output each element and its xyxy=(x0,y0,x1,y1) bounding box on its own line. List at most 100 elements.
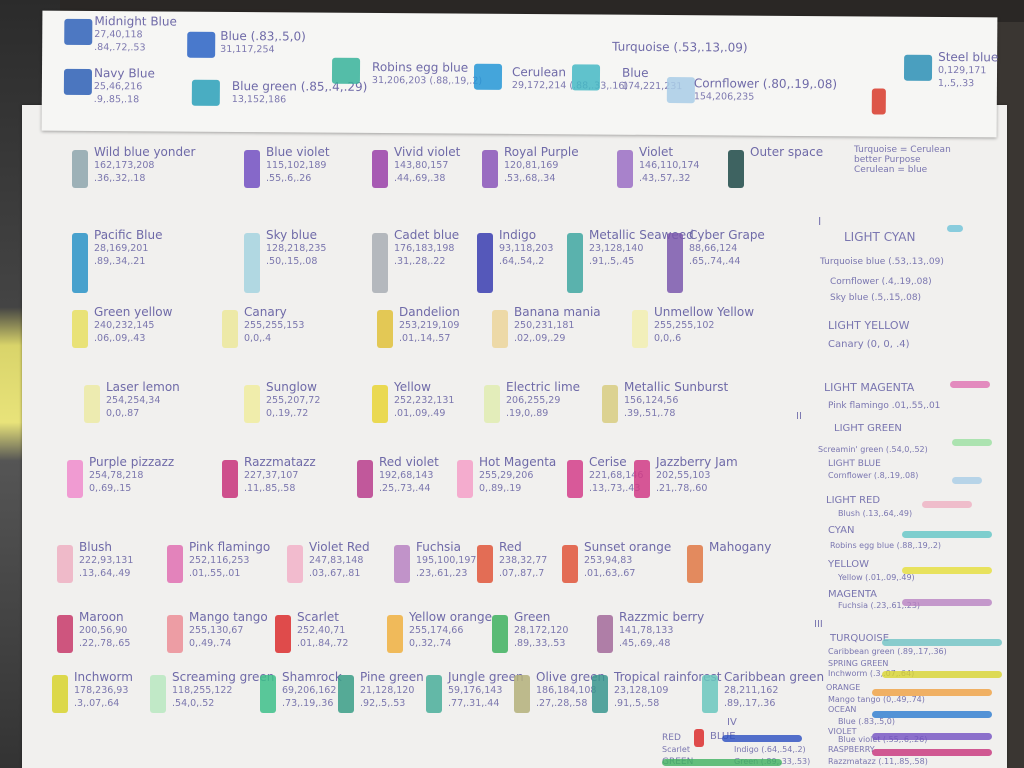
color-label: Screaming green 118,255,122.54,0,.52 xyxy=(172,670,275,710)
red-swatch xyxy=(694,729,704,747)
color-label: Purple pizzazz 254,78,218 0,.69,.15 xyxy=(89,455,175,495)
strip-swatch xyxy=(871,88,886,115)
color-swatch xyxy=(514,675,530,713)
color-stroke xyxy=(947,225,963,232)
color-label: Maroon 200,56,90.22,.78,.65 xyxy=(79,610,131,650)
note-carib: Caribbean green (.89,.17,.36) xyxy=(828,647,947,656)
taped-strip: Midnight Blue 27,40,118.84,.72,.53 Navy Bl… xyxy=(41,10,998,138)
color-stroke xyxy=(722,735,802,742)
color-label: Green yellow 240,232,145.06,.09,.43 xyxy=(94,305,173,345)
strip-label: Midnight Blue 27,40,118.84,.72,.53 xyxy=(94,14,177,54)
note-robins: Robins egg blue (.88,.19,.2) xyxy=(830,541,942,550)
color-swatch xyxy=(72,233,88,293)
color-label: Fuchsia 195,100,197.23,.61,.23 xyxy=(416,540,477,580)
note-sec4: IV xyxy=(727,717,737,728)
color-stroke xyxy=(662,759,782,766)
strip-swatch xyxy=(331,57,361,84)
color-label: Pink flamingo 252,116,253.01,.55,.01 xyxy=(189,540,271,580)
note-sec3: III xyxy=(814,619,823,630)
strip-swatch xyxy=(903,54,933,81)
color-swatch xyxy=(260,675,276,713)
note-magenta: MAGENTA xyxy=(828,589,878,600)
color-label: Yellow orange 255,174,66 0,.32,.74 xyxy=(409,610,492,650)
color-swatch xyxy=(567,233,583,293)
color-label: Scarlet 252,40,71.01,.84,.72 xyxy=(297,610,349,650)
color-swatch xyxy=(57,545,73,583)
color-swatch xyxy=(275,615,291,653)
color-stroke xyxy=(902,567,992,574)
color-swatch xyxy=(222,310,238,348)
color-label: Laser lemon 254,254,34 0,0,.87 xyxy=(106,380,180,420)
note-orange: ORANGE xyxy=(826,683,861,692)
color-label: Red violet 192,68,143.25,.73,.44 xyxy=(379,455,439,495)
color-swatch xyxy=(667,233,683,293)
color-label: Violet 146,110,174.43,.57,.32 xyxy=(639,145,700,185)
color-swatch xyxy=(244,385,260,423)
color-label: Mango tango 255,130,67 0,.49,.74 xyxy=(189,610,268,650)
note-turq2: TURQUOISE xyxy=(830,633,890,644)
color-swatch xyxy=(484,385,500,423)
note-light-green: LIGHT GREEN xyxy=(834,423,902,434)
color-label: Green 28,172,120.89,.33,.53 xyxy=(514,610,569,650)
color-label: Violet Red 247,83,148.03,.67,.81 xyxy=(309,540,370,580)
color-swatch xyxy=(372,385,388,423)
color-swatch xyxy=(477,233,493,293)
color-swatch xyxy=(377,310,393,348)
note-canary: Canary (0, 0, .4) xyxy=(828,339,910,350)
note-cyan: CYAN xyxy=(828,525,855,536)
color-swatch xyxy=(492,310,508,348)
color-swatch xyxy=(477,545,493,583)
color-label: Mahogany xyxy=(709,540,772,554)
note-blush: Blush (.13,.64,.49) xyxy=(838,509,913,518)
color-swatch xyxy=(617,150,633,188)
color-label: Sunset orange 253,94,83.01,.63,.67 xyxy=(584,540,672,580)
color-swatch xyxy=(387,615,403,653)
note-yellow: YELLOW xyxy=(828,559,869,570)
color-label: Canary 255,255,153 0,0,.4 xyxy=(244,305,305,345)
color-swatch xyxy=(287,545,303,583)
strip-label: Robins egg blue 31,206,203 (.88,.19,.2) xyxy=(371,59,483,87)
color-swatch xyxy=(426,675,442,713)
color-swatch xyxy=(372,150,388,188)
color-label: Pacific Blue 28,169,201.89,.34,.21 xyxy=(94,228,163,268)
note-sec2: II xyxy=(796,411,802,422)
color-label: Blush 222,93,131.13,.64,.49 xyxy=(79,540,134,580)
note-light-cyan: LIGHT CYAN xyxy=(844,230,916,244)
color-stroke xyxy=(872,733,992,740)
note-note: Turquoise = Cerulean better Purpose Ceru… xyxy=(854,145,951,175)
note-turq: Turquoise blue (.53,.13,.09) xyxy=(820,257,944,267)
color-label: Outer space xyxy=(750,145,824,159)
note-light-magenta: LIGHT MAGENTA xyxy=(824,381,915,394)
strip-label: Cerulean 29,172,214 (.88,.33,.16) xyxy=(511,64,629,92)
color-swatch xyxy=(150,675,166,713)
color-swatch xyxy=(632,310,648,348)
note-sec1: I xyxy=(818,215,822,228)
color-swatch xyxy=(338,675,354,713)
color-label: Jungle green 59,176,143.77,.31,.44 xyxy=(448,670,524,710)
color-stroke xyxy=(902,599,992,606)
color-stroke xyxy=(952,439,992,446)
color-swatch xyxy=(57,615,73,653)
color-label: Vivid violet 143,80,157.44,.69,.38 xyxy=(394,145,461,185)
note-corn: Cornflower (.4,.19,.08) xyxy=(830,277,932,287)
note-light-red: LIGHT RED xyxy=(826,495,881,506)
color-swatch xyxy=(52,675,68,713)
color-swatch xyxy=(567,460,583,498)
color-swatch xyxy=(167,615,183,653)
color-swatch xyxy=(492,615,508,653)
color-swatch xyxy=(728,150,744,188)
color-swatch xyxy=(357,460,373,498)
color-stroke xyxy=(882,639,1002,646)
color-label: Electric lime 206,255,29.19,0,.89 xyxy=(506,380,581,420)
strip-label: Blue (.83,.5,0) 31,117,254 xyxy=(220,28,306,56)
strip-label: Navy Blue 25,46,216.9,.85,.18 xyxy=(93,66,155,106)
color-label: Dandelion 253,219,109.01,.14,.57 xyxy=(399,305,460,345)
color-label: Yellow 252,232,131.01,.09,.49 xyxy=(394,380,455,420)
note-blue3: Blue (.83,.5,0) xyxy=(838,717,896,726)
color-label: Pine green 21,128,120.92,.5,.53 xyxy=(360,670,424,710)
color-swatch xyxy=(702,675,718,713)
color-label: Wild blue yonder 162,173,208.36,.32,.18 xyxy=(94,145,196,185)
color-swatch xyxy=(394,545,410,583)
color-swatch xyxy=(167,545,183,583)
note-scarlet: Scarlet xyxy=(662,745,690,754)
